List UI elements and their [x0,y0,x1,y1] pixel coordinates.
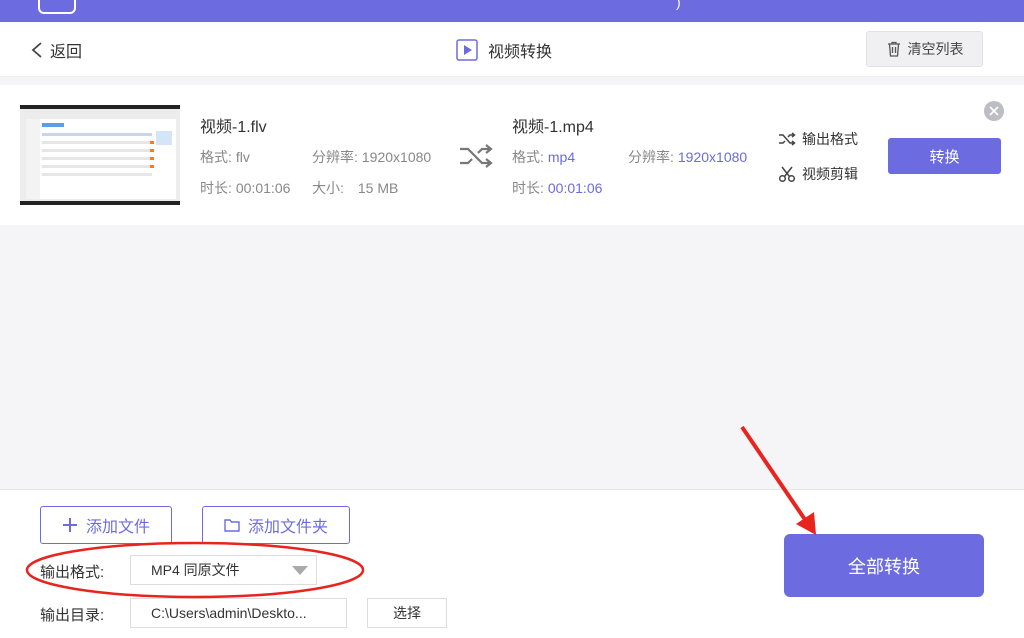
top-bar: ) [0,0,1024,22]
target-file-name: 视频-1.mp4 [512,119,594,136]
source-duration: 时长: 00:01:06 [200,180,291,196]
trash-icon [887,41,900,57]
video-edit-option[interactable]: 视频剪辑 [778,164,858,184]
output-format-value: MP4 同原文件 [151,562,240,578]
remove-file-button[interactable] [984,101,1004,121]
source-resolution: 分辨率: 1920x1080 [312,149,432,165]
clear-list-label: 清空列表 [907,41,964,57]
convert-all-button[interactable]: 全部转换 [784,534,984,597]
shuffle-icon [460,144,493,168]
source-file-name: 视频-1.flv [200,119,267,136]
scissors-icon [778,166,796,183]
output-dir-value: C:\Users\admin\Deskto... [151,605,307,621]
file-list: 视频-1.flv 格式: flv 分辨率: 1920x1080 时长: 00:01:0… [0,77,1024,489]
add-file-button[interactable]: 添加文件 [40,506,172,544]
page-title: 视频转换 [456,38,552,62]
play-icon [456,39,478,61]
output-format-option[interactable]: 输出格式 [778,129,858,149]
source-size: 大小: 15 MB [312,180,399,196]
output-format-select[interactable]: MP4 同原文件 [130,555,317,585]
target-format: 格式: mp4 [512,149,576,165]
folder-icon [224,519,240,532]
video-thumbnail [20,105,180,205]
choose-dir-button[interactable]: 选择 [367,598,447,628]
source-format: 格式: flv [200,149,250,165]
convert-button[interactable]: 转换 [888,138,1001,174]
back-label: 返回 [50,44,83,61]
output-format-option-label: 输出格式 [802,131,858,147]
close-icon [989,106,999,116]
add-folder-label: 添加文件夹 [247,519,328,536]
clear-list-button[interactable]: 清空列表 [866,31,983,67]
page-header: 返回 视频转换 清空列表 [0,22,1024,77]
output-dir-label: 输出目录: [40,607,105,624]
app-logo-icon [38,0,76,14]
bottom-panel: 添加文件 添加文件夹 输出格式: MP4 同原文件 输出目录: C:\Users… [0,489,1024,638]
back-button[interactable]: 返回 [30,38,82,62]
video-edit-option-label: 视频剪辑 [802,166,858,182]
output-dir-field[interactable]: C:\Users\admin\Deskto... [130,598,347,628]
dropdown-arrow-icon [292,566,308,575]
output-format-label: 输出格式: [40,564,105,581]
add-folder-button[interactable]: 添加文件夹 [202,506,350,544]
add-file-label: 添加文件 [85,519,150,536]
chevron-left-icon [31,42,42,58]
target-resolution: 分辨率: 1920x1080 [628,149,748,165]
target-duration: 时长: 00:01:06 [512,180,603,196]
file-row: 视频-1.flv 格式: flv 分辨率: 1920x1080 时长: 00:01:0… [0,85,1024,225]
shuffle-small-icon [779,132,796,146]
plus-icon [62,518,77,532]
page-title-text: 视频转换 [488,44,553,61]
top-bar-fragment: ) [676,0,681,10]
